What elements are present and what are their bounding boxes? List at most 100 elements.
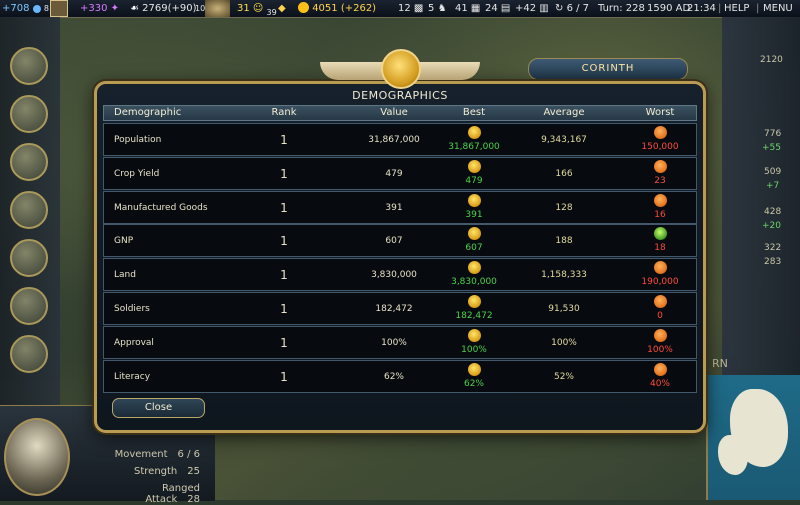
right-value: 776 — [764, 129, 782, 139]
tech-icon[interactable] — [50, 0, 68, 17]
notification-icon[interactable] — [10, 335, 48, 373]
city-name: CORINTH — [581, 63, 635, 74]
notification-icon[interactable] — [10, 239, 48, 277]
faith-display[interactable]: ☙ 2769(+90) — [130, 0, 197, 17]
table-row: Approval 1 100% 100% 100% 100% — [103, 325, 697, 359]
table-row: GNP 1 607 607 188 18 — [103, 224, 697, 258]
worst-civ-icon — [653, 227, 667, 241]
city-banner[interactable]: CORINTH — [528, 58, 688, 80]
best-civ-icon — [467, 193, 481, 207]
menu-button[interactable]: MENU — [763, 0, 793, 17]
science-value: +708 — [2, 3, 30, 14]
table-header: Demographic Rank Value Best Average Wors… — [103, 105, 697, 121]
row-rank: 1 — [280, 133, 288, 147]
row-worst: 190,000 — [610, 261, 710, 287]
resource-1[interactable]: 12 ▩ — [398, 0, 423, 17]
year-label: 1590 AD — [647, 3, 691, 14]
row-worst: 150,000 — [610, 126, 710, 152]
worst-civ-icon — [653, 295, 667, 308]
notification-icon[interactable] — [10, 143, 48, 181]
refresh-icon: ↻ — [555, 3, 564, 14]
row-worst-value: 190,000 — [641, 277, 679, 288]
row-best-value: 100% — [461, 344, 487, 355]
notification-icon[interactable] — [10, 191, 48, 229]
strength-value: 25 — [187, 466, 200, 477]
row-best-value: 182,472 — [455, 311, 493, 321]
resource-3[interactable]: 41 ▦ — [455, 0, 480, 17]
row-name: Population — [114, 135, 162, 145]
right-label-fragment: RN — [712, 357, 728, 370]
row-rank: 1 — [280, 302, 288, 316]
resource-3-value: 41 — [455, 3, 468, 14]
row-average: 52% — [553, 371, 574, 382]
row-best: 479 — [424, 159, 524, 186]
happiness-value: 31 — [237, 3, 250, 14]
coal-icon: ▦ — [470, 3, 481, 14]
row-average: 9,343,167 — [541, 135, 587, 145]
row-average: 128 — [555, 202, 573, 213]
row-worst-value: 150,000 — [641, 142, 679, 152]
row-best-value: 31,867,000 — [448, 142, 500, 152]
minimap[interactable] — [706, 375, 800, 500]
row-best: 3,830,000 — [424, 261, 524, 287]
notification-icon[interactable] — [10, 287, 48, 325]
row-best: 607 — [424, 227, 524, 253]
gold-display[interactable]: 4051 (+262) — [298, 0, 376, 17]
science-sub: 8 — [43, 4, 49, 13]
resource-4[interactable]: 24 ▤ — [485, 0, 510, 17]
row-average: 188 — [555, 236, 573, 247]
row-best: 100% — [424, 328, 524, 355]
happiness-icon: ☺ — [252, 3, 264, 14]
row-name: Soldiers — [114, 304, 150, 314]
culture-icon: ✦ — [110, 3, 120, 14]
row-worst-value: 0 — [657, 311, 663, 321]
notification-icon[interactable] — [10, 95, 48, 133]
happiness-sub: 39 — [266, 8, 277, 17]
leader-portrait-icon[interactable] — [205, 0, 230, 17]
row-best: 391 — [424, 193, 524, 220]
table-row: Crop Yield 1 479 479 166 23 — [103, 156, 697, 190]
science-display[interactable]: +708 8 — [2, 0, 49, 17]
turns-counter[interactable]: ↻ 6 / 7 — [555, 0, 589, 17]
culture-value: +330 — [80, 3, 108, 14]
unit-portrait-icon[interactable] — [4, 418, 70, 496]
row-name: Manufactured Goods — [114, 202, 208, 213]
table-row: Land 1 3,830,000 3,830,000 1,158,333 190,000 — [103, 258, 697, 292]
iron-icon: ▩ — [413, 3, 424, 14]
worst-civ-icon — [653, 261, 667, 275]
science-icon — [32, 5, 41, 13]
culture-display[interactable]: +330 ✦ — [80, 0, 119, 17]
row-rank: 1 — [280, 268, 288, 283]
help-button[interactable]: HELP — [724, 0, 749, 17]
movement-value: 6 / 6 — [177, 449, 200, 460]
resource-2[interactable]: 5 ♞ — [428, 0, 447, 17]
row-rank: 1 — [280, 166, 288, 181]
clock-label: 21:34 — [687, 3, 716, 14]
row-rank: 1 — [280, 200, 288, 215]
civ-emblem-icon — [381, 49, 421, 89]
movement-label: Movement — [114, 449, 168, 460]
row-best-value: 607 — [465, 243, 483, 254]
row-best-value: 479 — [465, 175, 483, 186]
row-worst: 100% — [610, 328, 710, 355]
right-value: 509 — [764, 167, 782, 177]
row-rank: 1 — [280, 369, 288, 384]
trade-display[interactable]: +42 ▥ — [515, 0, 549, 17]
faith-icon: ☙ — [130, 3, 139, 14]
best-civ-icon — [467, 126, 481, 139]
turns-counter-value: 6 / 7 — [566, 3, 590, 14]
worst-civ-icon — [653, 362, 667, 376]
separator: | — [718, 3, 722, 14]
trade-value: +42 — [515, 3, 537, 14]
header-rank: Rank — [271, 107, 297, 118]
header-worst: Worst — [645, 107, 675, 118]
row-worst-value: 18 — [654, 243, 666, 254]
row-worst: 16 — [610, 193, 710, 220]
happiness-display[interactable]: 31 ☺ 39 — [237, 0, 277, 21]
row-worst-value: 23 — [654, 175, 666, 186]
close-button[interactable]: Close — [112, 398, 205, 418]
header-average: Average — [543, 107, 585, 118]
unit-list-icon[interactable] — [10, 47, 48, 85]
row-best-value: 391 — [465, 209, 483, 220]
table-row: Literacy 1 62% 62% 52% 40% — [103, 359, 697, 393]
